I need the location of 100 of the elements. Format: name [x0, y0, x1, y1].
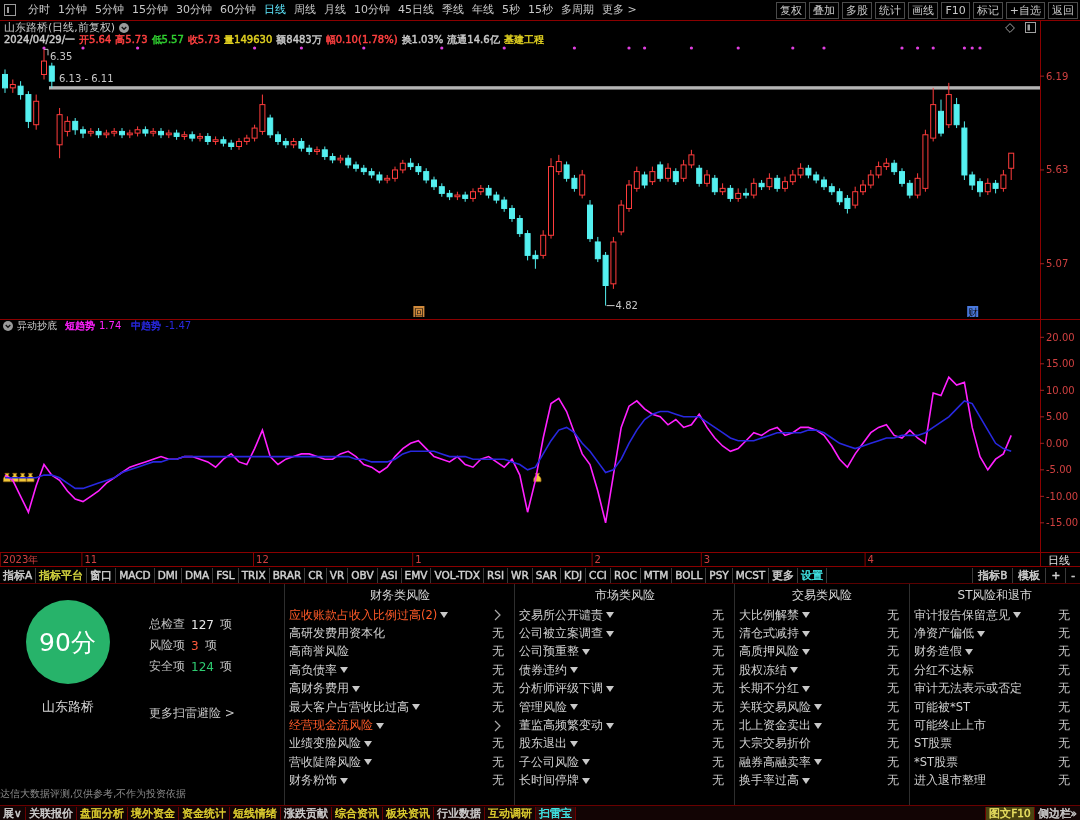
risk-item[interactable]: 可能被*ST — [914, 699, 971, 715]
bottom-tab[interactable]: 综合资讯 — [331, 806, 383, 820]
bottom-button[interactable]: 图文F10 — [985, 806, 1034, 820]
risk-item[interactable]: 大宗交易折价 — [739, 736, 811, 752]
indicator-tab[interactable]: TRIX — [238, 567, 270, 583]
caret-icon[interactable] — [340, 777, 348, 784]
dropdown-icon[interactable] — [119, 22, 130, 33]
caret-icon[interactable] — [606, 722, 614, 729]
risk-item[interactable]: 可能终止上市 — [914, 718, 986, 734]
period-tab[interactable]: 多周期 — [557, 2, 598, 18]
caret-icon[interactable] — [606, 612, 614, 619]
risk-item[interactable]: 财务粉饰 — [289, 773, 337, 789]
indicator-tab[interactable]: CR — [305, 567, 327, 583]
toolbar-button[interactable]: 标记 — [972, 1, 1003, 19]
indicator-tab[interactable]: RSI — [483, 567, 508, 583]
risk-item[interactable]: 债券违约 — [519, 662, 567, 678]
risk-item[interactable]: 管理风险 — [519, 699, 567, 715]
risk-item[interactable]: *ST股票 — [914, 754, 959, 770]
caret-icon[interactable] — [814, 704, 822, 711]
indicator-tab[interactable]: BRAR — [269, 567, 306, 583]
period-tab[interactable]: 更多 > — [598, 2, 641, 18]
toolbar-button[interactable]: 叠加 — [809, 1, 840, 19]
period-tab[interactable]: 年线 — [468, 2, 498, 18]
indicator-tab[interactable]: BOLL — [672, 567, 707, 583]
caret-icon[interactable] — [570, 704, 578, 711]
indicator-tab[interactable]: ASI — [377, 567, 402, 583]
indicator-tab[interactable]: MCST — [732, 567, 770, 583]
indicator-tab[interactable]: OBV — [348, 567, 378, 583]
risk-item[interactable]: 分红不达标 — [914, 662, 974, 678]
toolbar-button[interactable]: 画线 — [908, 1, 939, 19]
period-tab[interactable]: 分时 — [24, 2, 54, 18]
caret-icon[interactable] — [977, 630, 985, 637]
period-tab[interactable]: 1分钟 — [54, 2, 91, 18]
risk-item[interactable]: 换手率过高 — [739, 773, 799, 789]
caret-icon[interactable] — [376, 722, 384, 729]
bottom-button[interactable]: 侧边栏» — [1033, 806, 1080, 820]
risk-item[interactable]: 董监高频繁变动 — [519, 718, 603, 734]
window-icon[interactable] — [4, 4, 16, 16]
risk-item[interactable]: ST股票 — [914, 736, 953, 752]
caret-icon[interactable] — [814, 722, 822, 729]
bottom-tab[interactable]: 关联报价 — [25, 806, 77, 820]
dropdown-icon[interactable] — [3, 321, 13, 331]
event-marker[interactable]: 回 — [413, 306, 425, 318]
caret-icon[interactable] — [606, 685, 614, 692]
bottom-tab[interactable]: 境外资金 — [127, 806, 179, 820]
toolbar-button[interactable]: F10 — [941, 1, 970, 19]
risk-item[interactable]: 北上资金卖出 — [739, 718, 811, 734]
risk-item[interactable]: 长时间停牌 — [519, 773, 579, 789]
bottom-tab[interactable]: 行业数据 — [433, 806, 485, 820]
risk-item[interactable]: 股东退出 — [519, 736, 567, 752]
chevron-icon[interactable] — [494, 719, 501, 732]
indicator-tab[interactable]: 模板 — [1012, 567, 1046, 583]
period-tab[interactable]: 15秒 — [524, 2, 557, 18]
bottom-tab[interactable]: 展∨ — [0, 806, 26, 820]
period-tab[interactable]: 5分钟 — [91, 2, 128, 18]
risk-item[interactable]: 公司预重整 — [519, 644, 579, 660]
caret-icon[interactable] — [965, 648, 973, 655]
caret-icon[interactable] — [340, 667, 348, 674]
risk-item[interactable]: 经营现金流风险 — [289, 718, 373, 734]
risk-item[interactable]: 审计报告保留意见 — [914, 607, 1010, 623]
period-tab[interactable]: 季线 — [438, 2, 468, 18]
indicator-tab[interactable]: VR — [326, 567, 349, 583]
event-marker[interactable]: 财 — [967, 306, 979, 318]
risk-item[interactable]: 审计无法表示或否定 — [914, 681, 1022, 697]
caret-icon[interactable] — [582, 648, 590, 655]
period-tab[interactable]: 60分钟 — [216, 2, 260, 18]
period-tab[interactable]: 5秒 — [498, 2, 524, 18]
risk-item[interactable]: 财务造假 — [914, 644, 962, 660]
risk-item[interactable]: 高商誉风险 — [289, 644, 349, 660]
risk-item[interactable]: 关联交易风险 — [739, 699, 811, 715]
indicator-tab[interactable]: - — [1065, 567, 1080, 583]
risk-item[interactable]: 应收账款占收入比例过高(2) — [289, 607, 438, 623]
indicator-tab[interactable]: 指标平台 — [36, 567, 88, 583]
risk-item[interactable]: 业绩变脸风险 — [289, 736, 361, 752]
risk-item[interactable]: 高负债率 — [289, 662, 337, 678]
risk-item[interactable]: 最大客户占营收比过高 — [289, 699, 409, 715]
risk-item[interactable]: 进入退市整理 — [914, 773, 986, 789]
indicator-tab[interactable]: EMV — [401, 567, 432, 583]
bottom-tab[interactable]: 盘面分析 — [76, 806, 128, 820]
risk-item[interactable]: 公司被立案调查 — [519, 626, 603, 642]
caret-icon[interactable] — [802, 648, 810, 655]
diamond-icon[interactable] — [1005, 22, 1015, 33]
risk-item[interactable]: 子公司风险 — [519, 754, 579, 770]
risk-item[interactable]: 营收陡降风险 — [289, 754, 361, 770]
caret-icon[interactable] — [570, 667, 578, 674]
indicator-tab[interactable]: 指标A — [0, 567, 37, 583]
indicator-tab[interactable]: + — [1045, 567, 1066, 583]
caret-icon[interactable] — [570, 740, 578, 747]
period-tab[interactable]: 10分钟 — [350, 2, 394, 18]
indicator-tab[interactable]: 窗口 — [87, 567, 117, 583]
indicator-tab[interactable]: CCI — [586, 567, 611, 583]
indicator-tab[interactable]: MACD — [116, 567, 155, 583]
caret-icon[interactable] — [606, 630, 614, 637]
indicator-tab[interactable]: SAR — [532, 567, 562, 583]
indicator-tab[interactable]: 设置 — [798, 567, 828, 583]
caret-icon[interactable] — [352, 685, 360, 692]
risk-item[interactable]: 高质押风险 — [739, 644, 799, 660]
risk-item[interactable]: 融券高融卖率 — [739, 754, 811, 770]
caret-icon[interactable] — [582, 759, 590, 766]
period-tab[interactable]: 月线 — [320, 2, 350, 18]
